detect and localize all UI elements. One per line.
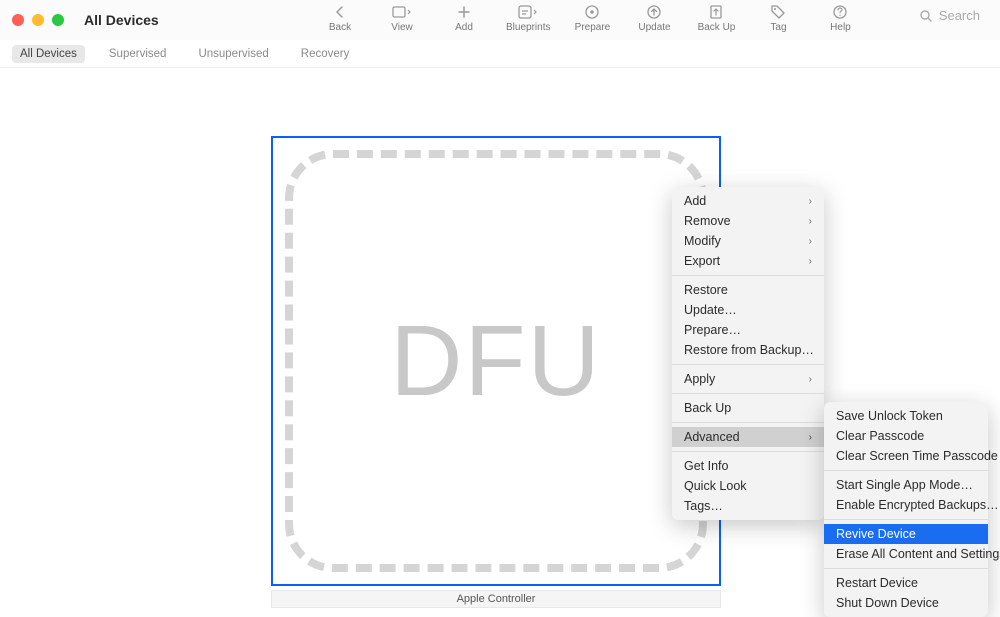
device-tile[interactable]: DFU	[271, 136, 721, 586]
backup-icon	[708, 4, 724, 20]
menu-restart-device[interactable]: Restart Device	[824, 573, 988, 593]
toolbar-tag[interactable]: Tag	[758, 4, 798, 33]
menu-save-unlock-token[interactable]: Save Unlock Token	[824, 406, 988, 426]
window-controls	[12, 14, 64, 26]
toolbar: Back View Add Blueprints Prepare Update …	[320, 0, 860, 40]
search-placeholder: Search	[939, 8, 980, 23]
minimize-window-button[interactable]	[32, 14, 44, 26]
prepare-icon	[584, 4, 600, 20]
chevron-right-icon: ›	[809, 236, 812, 247]
menu-clear-passcode[interactable]: Clear Passcode	[824, 426, 988, 446]
toolbar-backup[interactable]: Back Up	[696, 4, 736, 33]
device-mode-text: DFU	[390, 304, 602, 419]
menu-add[interactable]: Add›	[672, 191, 824, 211]
blueprints-icon	[518, 4, 538, 20]
help-icon	[832, 4, 848, 20]
toolbar-label: Update	[638, 22, 670, 33]
context-menu: Add› Remove› Modify› Export› Restore Upd…	[672, 187, 824, 520]
menu-erase-all-content-and-settings[interactable]: Erase All Content and Settings	[824, 544, 988, 564]
menu-separator	[672, 364, 824, 365]
search-field[interactable]: Search	[919, 8, 980, 23]
menu-restore-from-backup[interactable]: Restore from Backup…	[672, 340, 824, 360]
close-window-button[interactable]	[12, 14, 24, 26]
menu-restore[interactable]: Restore	[672, 280, 824, 300]
chevron-right-icon: ›	[809, 432, 812, 443]
menu-advanced[interactable]: Advanced›	[672, 427, 824, 447]
menu-separator	[672, 393, 824, 394]
menu-separator	[672, 275, 824, 276]
toolbar-label: Back Up	[698, 22, 736, 33]
chevron-right-icon: ›	[809, 216, 812, 227]
menu-export[interactable]: Export›	[672, 251, 824, 271]
toolbar-label: Prepare	[575, 22, 611, 33]
menu-separator	[672, 451, 824, 452]
menu-get-info[interactable]: Get Info	[672, 456, 824, 476]
device-label: Apple Controller	[271, 590, 721, 608]
toolbar-label: Help	[830, 22, 851, 33]
menu-enable-encrypted-backups[interactable]: Enable Encrypted Backups…	[824, 495, 988, 515]
search-icon	[919, 9, 933, 23]
toolbar-label: Blueprints	[506, 22, 550, 33]
menu-shut-down-device[interactable]: Shut Down Device	[824, 593, 988, 613]
toolbar-help[interactable]: Help	[820, 4, 860, 33]
toolbar-label: Add	[455, 22, 473, 33]
menu-clear-screen-time-passcode[interactable]: Clear Screen Time Passcode	[824, 446, 988, 466]
toolbar-label: Back	[329, 22, 351, 33]
scope-supervised[interactable]: Supervised	[101, 45, 175, 63]
scope-bar: All Devices Supervised Unsupervised Reco…	[0, 40, 1000, 68]
menu-quick-look[interactable]: Quick Look	[672, 476, 824, 496]
toolbar-view[interactable]: View	[382, 4, 422, 33]
toolbar-add[interactable]: Add	[444, 4, 484, 33]
window-title: All Devices	[84, 12, 159, 28]
zoom-window-button[interactable]	[52, 14, 64, 26]
scope-recovery[interactable]: Recovery	[293, 45, 358, 63]
advanced-submenu: Save Unlock Token Clear Passcode Clear S…	[824, 402, 988, 617]
main-content: DFU Apple Controller Add› Remove› Modify…	[0, 68, 1000, 616]
plus-icon	[457, 4, 471, 20]
toolbar-blueprints[interactable]: Blueprints	[506, 4, 550, 33]
menu-separator	[672, 422, 824, 423]
menu-apply[interactable]: Apply›	[672, 369, 824, 389]
chevron-right-icon: ›	[809, 256, 812, 267]
menu-back-up[interactable]: Back Up	[672, 398, 824, 418]
menu-modify[interactable]: Modify›	[672, 231, 824, 251]
menu-start-single-app-mode[interactable]: Start Single App Mode…	[824, 475, 988, 495]
toolbar-label: Tag	[770, 22, 786, 33]
toolbar-back[interactable]: Back	[320, 4, 360, 33]
menu-separator	[824, 519, 988, 520]
device-placeholder: DFU	[285, 150, 707, 572]
view-icon	[392, 4, 412, 20]
menu-separator	[824, 568, 988, 569]
toolbar-prepare[interactable]: Prepare	[572, 4, 612, 33]
scope-all-devices[interactable]: All Devices	[12, 45, 85, 63]
menu-prepare[interactable]: Prepare…	[672, 320, 824, 340]
menu-remove[interactable]: Remove›	[672, 211, 824, 231]
scope-unsupervised[interactable]: Unsupervised	[190, 45, 276, 63]
chevron-right-icon: ›	[809, 374, 812, 385]
menu-update[interactable]: Update…	[672, 300, 824, 320]
menu-revive-device[interactable]: Revive Device	[824, 524, 988, 544]
titlebar: All Devices Back View Add Blueprints Pre…	[0, 0, 1000, 40]
menu-tags[interactable]: Tags…	[672, 496, 824, 516]
update-icon	[646, 4, 662, 20]
back-icon	[333, 4, 347, 20]
chevron-right-icon: ›	[809, 196, 812, 207]
tag-icon	[770, 4, 786, 20]
toolbar-label: View	[391, 22, 413, 33]
menu-separator	[824, 470, 988, 471]
toolbar-update[interactable]: Update	[634, 4, 674, 33]
